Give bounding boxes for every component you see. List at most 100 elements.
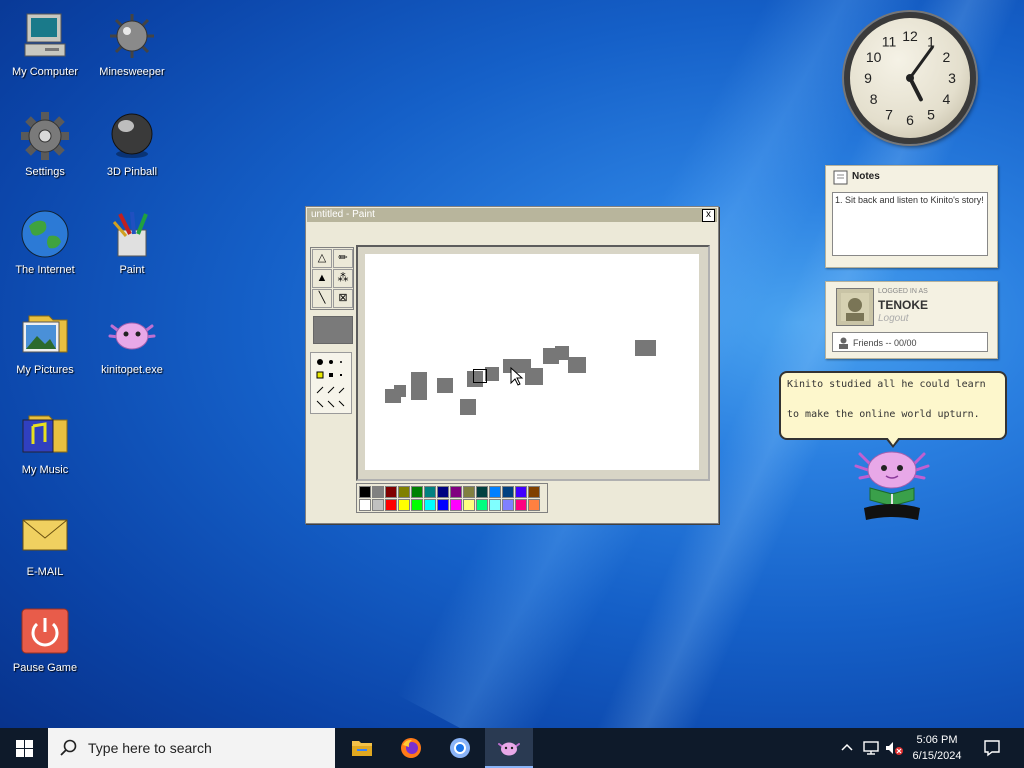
desktop-icon-label: Minesweeper: [99, 66, 165, 78]
start-button[interactable]: [0, 728, 48, 768]
palette-swatch[interactable]: [450, 486, 462, 498]
search-box[interactable]: Type here to search: [48, 728, 335, 768]
palette-swatch[interactable]: [515, 499, 527, 511]
paint-stroke: [394, 385, 406, 397]
clock-number: 6: [906, 112, 914, 128]
clock-face: 12 1234567891011: [864, 28, 956, 128]
paint-stroke: [568, 357, 586, 373]
chevron-up-icon[interactable]: [840, 741, 854, 755]
clock-number: 7: [885, 106, 893, 122]
taskbar-kinitopet[interactable]: [485, 728, 533, 768]
rect-select-tool-icon[interactable]: ⊠: [333, 289, 353, 308]
pencil-tool-icon[interactable]: ✏: [333, 249, 353, 268]
brush-cursor-outline: [473, 369, 487, 383]
clock-number: 4: [942, 91, 950, 107]
globe-icon: [19, 208, 71, 260]
desktop-icon-kinitopet[interactable]: kinitopet.exe: [87, 308, 177, 376]
taskbar-time: 5:06 PM: [916, 734, 958, 746]
desktop-icon-label: My Computer: [11, 66, 79, 78]
paint-brushes-icon: [106, 208, 158, 260]
envelope-icon: [19, 510, 71, 562]
desktop-icon-pause-game[interactable]: Pause Game: [0, 606, 90, 674]
desktop-icon-my-music[interactable]: My Music: [0, 408, 90, 476]
palette-swatch[interactable]: [489, 499, 501, 511]
palette-swatch[interactable]: [411, 486, 423, 498]
pinball-icon: [106, 110, 158, 162]
paint-stroke: [460, 399, 476, 415]
palette-swatch[interactable]: [450, 499, 462, 511]
desktop-icon-my-pictures[interactable]: My Pictures: [0, 308, 90, 376]
palette-swatch[interactable]: [489, 486, 501, 498]
desktop-icon-label: kinitopet.exe: [101, 364, 163, 376]
palette-swatch[interactable]: [411, 499, 423, 511]
palette-swatch[interactable]: [372, 486, 384, 498]
notification-icon[interactable]: [983, 739, 1001, 757]
palette-swatch[interactable]: [528, 499, 540, 511]
desktop-icon-paint[interactable]: Paint: [87, 208, 177, 276]
desktop-icon-3d-pinball[interactable]: 3D Pinball: [87, 110, 177, 178]
close-button[interactable]: x: [702, 209, 715, 222]
palette-swatch[interactable]: [385, 499, 397, 511]
clock-number: 5: [927, 106, 935, 122]
palette-swatch[interactable]: [515, 486, 527, 498]
paint-window[interactable]: untitled - Paint x △ ✏ ▲ ⁂ ╲ ⊠: [305, 206, 719, 524]
palette-swatch[interactable]: [398, 486, 410, 498]
line-tool-icon[interactable]: ╲: [312, 289, 332, 308]
paint-stroke: [485, 367, 499, 381]
palette-swatch[interactable]: [476, 486, 488, 498]
taskbar-chrome[interactable]: [436, 728, 484, 768]
firefox-icon: [401, 738, 421, 758]
current-color-preview: [313, 316, 353, 344]
network-icon[interactable]: [862, 740, 880, 756]
desktop-icon-label: My Pictures: [16, 364, 74, 376]
taskbar-firefox[interactable]: [387, 728, 435, 768]
palette-swatch[interactable]: [476, 499, 488, 511]
notes-textarea[interactable]: 1. Sit back and listen to Kinito's story…: [832, 192, 988, 256]
eraser-tool-icon[interactable]: △: [312, 249, 332, 268]
desktop-icon-label: Pause Game: [12, 662, 78, 674]
pictures-folder-icon: [19, 308, 71, 360]
paint-stroke: [525, 368, 543, 385]
power-icon: [19, 606, 71, 658]
palette-swatch[interactable]: [359, 486, 371, 498]
palette-swatch[interactable]: [502, 499, 514, 511]
fill-tool-icon[interactable]: ▲: [312, 269, 332, 288]
desktop-icon-label: Paint: [119, 264, 145, 276]
spray-tool-icon[interactable]: ⁂: [333, 269, 353, 288]
mine-icon: [106, 10, 158, 62]
taskbar-clock[interactable]: 5:06 PM 6/15/2024: [898, 732, 976, 764]
desktop-icon-my-computer[interactable]: My Computer: [0, 10, 90, 78]
palette-swatch[interactable]: [502, 486, 514, 498]
speech-bubble: Kinito studied all he could learn to mak…: [779, 371, 1007, 448]
search-icon: [60, 739, 77, 756]
canvas-frame: [356, 245, 710, 481]
palette-swatch[interactable]: [437, 499, 449, 511]
logout-link[interactable]: Logout: [878, 313, 909, 324]
palette-swatch[interactable]: [424, 499, 436, 511]
desktop-icon-label: The Internet: [15, 264, 75, 276]
username: TENOKE: [878, 298, 929, 312]
palette-swatch[interactable]: [463, 486, 475, 498]
paint-stroke: [555, 346, 569, 360]
brush-size-selector[interactable]: [310, 352, 352, 414]
analog-clock-widget: 12 1 2 3 4 5 6 7 8 9 10 11: [844, 12, 976, 144]
gear-icon: [19, 110, 71, 162]
desktop-icon-settings[interactable]: Settings: [0, 110, 90, 178]
desktop-icon-the-internet[interactable]: The Internet: [0, 208, 90, 276]
palette-swatch[interactable]: [359, 499, 371, 511]
desktop-icon-minesweeper[interactable]: Minesweeper: [87, 10, 177, 78]
palette-swatch[interactable]: [437, 486, 449, 498]
palette-swatch[interactable]: [398, 499, 410, 511]
palette-swatch[interactable]: [424, 486, 436, 498]
axolotl-icon: [106, 308, 158, 360]
desktop-icon-email[interactable]: E-MAIL: [0, 510, 90, 578]
window-titlebar[interactable]: untitled - Paint x: [307, 208, 717, 222]
window-title: untitled - Paint: [311, 209, 375, 220]
palette-swatch[interactable]: [372, 499, 384, 511]
drawing-canvas[interactable]: [365, 254, 699, 470]
taskbar-file-explorer[interactable]: [338, 728, 386, 768]
palette-swatch[interactable]: [528, 486, 540, 498]
palette-swatch[interactable]: [463, 499, 475, 511]
palette-swatch[interactable]: [385, 486, 397, 498]
kinito-character[interactable]: [852, 446, 932, 526]
